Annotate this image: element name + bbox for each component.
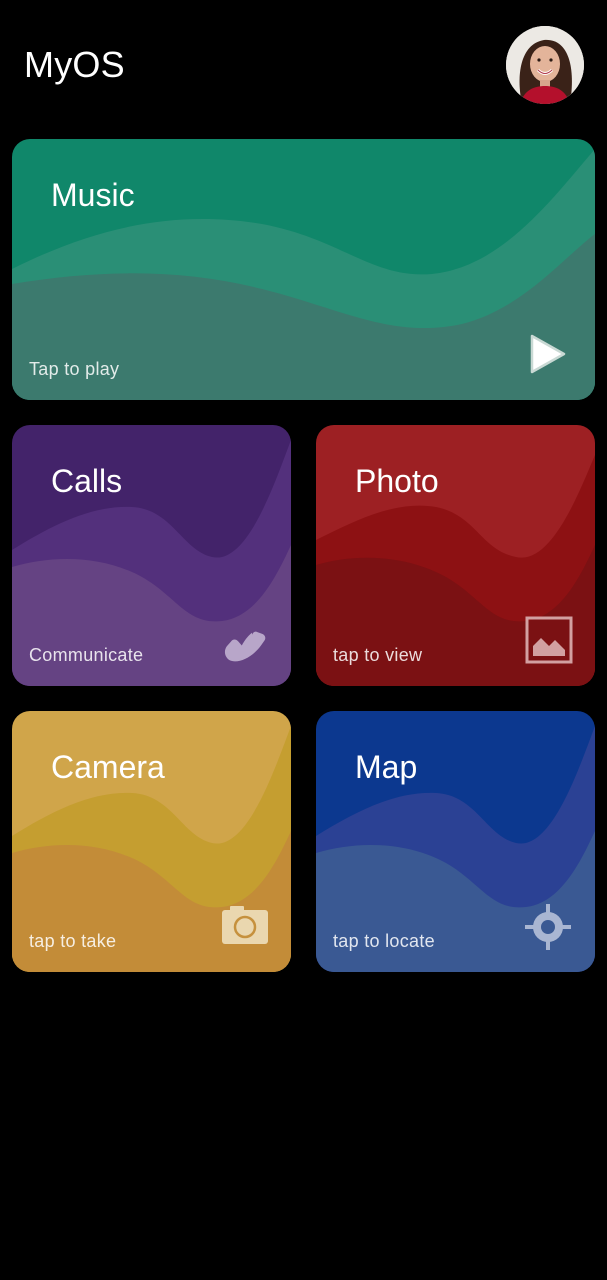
photo-card-title: Photo — [355, 463, 439, 499]
map-card[interactable]: Map tap to locate — [316, 711, 595, 972]
calls-card-subtitle: Communicate — [29, 645, 144, 665]
calls-card-title: Calls — [51, 463, 123, 499]
app-title: MyOS — [24, 44, 125, 85]
music-card[interactable]: Music Tap to play — [12, 139, 595, 400]
play-icon[interactable] — [528, 333, 568, 380]
image-icon[interactable] — [525, 616, 573, 669]
calls-card[interactable]: Calls Communicate — [12, 425, 291, 686]
camera-card-subtitle: tap to take — [29, 931, 117, 951]
map-card-subtitle: tap to locate — [333, 931, 435, 951]
camera-card-title: Camera — [51, 749, 165, 785]
music-card-subtitle: Tap to play — [29, 359, 120, 379]
camera-icon[interactable] — [220, 904, 270, 951]
crosshair-icon[interactable] — [524, 903, 572, 956]
music-card-title: Music — [51, 177, 135, 213]
camera-card[interactable]: Camera tap to take — [12, 711, 291, 972]
photo-card-subtitle: tap to view — [333, 645, 423, 665]
photo-card[interactable]: Photo tap to view — [316, 425, 595, 686]
phone-icon[interactable] — [220, 615, 270, 670]
map-card-title: Map — [355, 749, 418, 785]
profile-avatar[interactable] — [506, 26, 584, 104]
